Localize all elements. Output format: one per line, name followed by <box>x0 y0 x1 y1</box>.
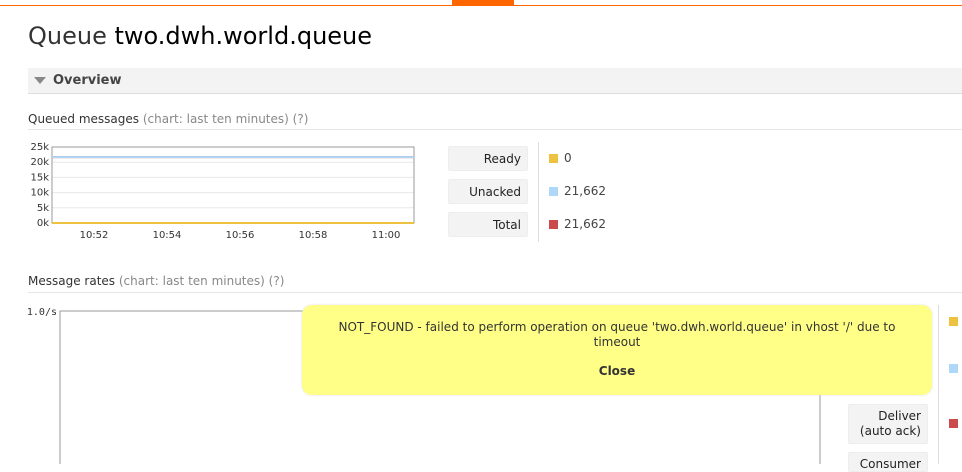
y-tick-label: 0k <box>37 218 49 229</box>
x-tick-label: 10:56 <box>226 230 255 241</box>
queued-messages-chart: 25k 20k 15k 10k 5k 0k 10:52 10:54 10:56 10:58 11:0… <box>30 142 415 241</box>
legend-consumer-label: Consumer <box>859 457 921 471</box>
legend-unacked-swatch <box>549 187 558 196</box>
message-rates-title: Message rates <box>28 274 116 288</box>
legend-unacked-label: Unacked <box>469 185 521 199</box>
legend-unacked-button[interactable]: Unacked <box>448 179 528 204</box>
queued-messages-title: Queued messages <box>28 112 140 126</box>
legend-total-swatch <box>549 220 558 229</box>
overview-section-toggle[interactable]: Overview <box>28 68 962 94</box>
y-tick-label: 20k <box>30 157 49 168</box>
close-button[interactable]: Close <box>302 364 932 378</box>
legend-total-button[interactable]: Total <box>448 212 528 237</box>
message-rates-heading: Message rates (chart: last ten minutes) … <box>28 274 284 288</box>
legend-consumer-button[interactable]: Consumer <box>848 452 928 472</box>
queue-name: two.dwh.world.queue <box>114 22 373 50</box>
legend-ready-swatch <box>549 154 558 163</box>
unacked-value: 21,662 <box>564 184 606 198</box>
legend-separator <box>538 142 539 242</box>
plot-border <box>51 146 415 224</box>
active-nav-tab-indicator[interactable] <box>452 0 514 6</box>
page-title-prefix: Queue <box>28 22 107 50</box>
error-notification: NOT_FOUND - failed to perform operation … <box>302 305 932 395</box>
legend-deliver-auto-ack-button[interactable]: Deliver (auto ack) <box>848 404 928 444</box>
legend-ready-label: Ready <box>483 152 521 166</box>
queued-messages-heading: Queued messages (chart: last ten minutes… <box>28 112 308 126</box>
overview-label: Overview <box>53 73 122 88</box>
error-message: NOT_FOUND - failed to perform operation … <box>338 320 896 349</box>
queued-messages-chart-note: (chart: last ten minutes) <box>142 112 289 126</box>
message-rates-chart-note: (chart: last ten minutes) <box>118 274 265 288</box>
divider <box>28 129 962 130</box>
y-tick-label: 1.0/s <box>28 307 57 318</box>
divider <box>28 292 962 293</box>
queued-messages-help-link[interactable]: (?) <box>293 112 309 126</box>
rate-legend-swatch-3 <box>949 419 958 428</box>
x-tick-label: 10:58 <box>299 230 328 241</box>
rate-legend-swatch-1 <box>949 317 958 326</box>
x-tick-label: 10:52 <box>80 230 109 241</box>
y-tick-label: 10k <box>30 188 49 199</box>
legend-ready-button[interactable]: Ready <box>448 146 528 171</box>
total-value: 21,662 <box>564 217 606 231</box>
y-tick-label: 5k <box>37 203 49 214</box>
x-tick-label: 10:54 <box>153 230 182 241</box>
rate-legend-swatch-2 <box>949 364 958 373</box>
y-tick-label: 15k <box>30 172 49 183</box>
y-tick-label: 25k <box>30 142 49 153</box>
legend-total-label: Total <box>492 218 521 232</box>
ready-value: 0 <box>564 151 572 165</box>
legend-deliver-auto-ack-label: Deliver (auto ack) <box>859 409 921 438</box>
x-tick-label: 11:00 <box>372 230 401 241</box>
legend-separator <box>938 305 939 464</box>
collapse-triangle-icon <box>34 77 46 84</box>
page-title: Queue two.dwh.world.queue <box>28 22 372 50</box>
message-rates-help-link[interactable]: (?) <box>269 274 285 288</box>
